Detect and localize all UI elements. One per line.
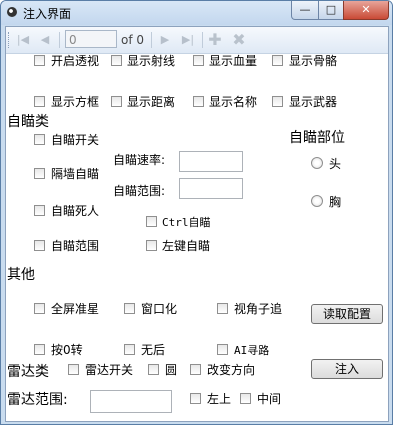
toolbar-grip[interactable]: [8, 32, 12, 48]
label-view-tracking: 视角子追: [234, 302, 283, 316]
aim-speed-input[interactable]: [179, 151, 243, 172]
label-show-weapon: 显示武器: [289, 95, 338, 109]
checkbox-left-click-aim[interactable]: [146, 240, 157, 251]
label-change-direction: 改变方向: [207, 363, 256, 377]
radar-section-heading: 雷达类: [7, 364, 49, 380]
checkbox-show-distance[interactable]: [111, 96, 122, 107]
page-count-label: of 0: [121, 33, 145, 47]
title-bar[interactable]: 注入界面 — □ ✕: [1, 1, 392, 25]
app-icon: [7, 7, 17, 17]
checkbox-windowed[interactable]: [124, 303, 135, 314]
toolbar-separator: [151, 32, 152, 48]
toolbar-separator: [202, 32, 203, 48]
label-esp-enable: 开启透视: [51, 54, 100, 68]
label-show-box: 显示方框: [51, 95, 100, 109]
radar-range-input[interactable]: [90, 390, 172, 413]
label-aim-range: 自瞄范围:: [113, 184, 166, 198]
label-aim-range-toggle: 自瞄范围: [51, 239, 100, 253]
label-radar-circle: 圆: [165, 363, 178, 377]
checkbox-radar-toggle[interactable]: [68, 364, 79, 375]
checkbox-aim-toggle[interactable]: [34, 134, 45, 145]
checkbox-esp-enable[interactable]: [34, 55, 45, 66]
page-number-input[interactable]: 0: [65, 30, 117, 48]
checkbox-show-weapon[interactable]: [272, 96, 283, 107]
close-button[interactable]: ✕: [343, 1, 389, 20]
checkbox-top-left[interactable]: [190, 393, 201, 404]
other-section-heading: 其他: [7, 267, 35, 283]
radar-range-label: 雷达范围:: [7, 392, 68, 408]
read-config-button[interactable]: 读取配置: [311, 304, 383, 324]
label-no-recoil: 无后: [141, 343, 166, 357]
checkbox-aim-through-wall[interactable]: [34, 168, 45, 179]
label-aim-through-wall: 隔墙自瞄: [51, 167, 100, 181]
maximize-button[interactable]: □: [318, 1, 344, 20]
label-aim-speed: 自瞄速率:: [113, 153, 166, 167]
window-title: 注入界面: [23, 7, 72, 21]
add-icon[interactable]: ✚: [206, 31, 224, 49]
checkbox-show-box[interactable]: [34, 96, 45, 107]
app-window: 注入界面 — □ ✕ |◀ ◀ 0 of 0 ▶ ▶| ✚ ✖ 开启透视 显示射…: [0, 0, 393, 425]
checkbox-aim-range[interactable]: [34, 240, 45, 251]
label-left-click-aim: 左键自瞄: [162, 239, 211, 253]
label-fullscreen-crosshair: 全屏准星: [51, 302, 100, 316]
inject-button[interactable]: 注入: [311, 359, 383, 379]
label-ctrl-aim: Ctrl自瞄: [162, 216, 211, 229]
delete-icon[interactable]: ✖: [230, 31, 248, 49]
label-aim-toggle: 自瞄开关: [51, 133, 100, 147]
client-area: |◀ ◀ 0 of 0 ▶ ▶| ✚ ✖ 开启透视 显示射线 显示血量 显示骨骼…: [5, 26, 389, 422]
label-show-skeleton: 显示骨骼: [289, 54, 338, 68]
checkbox-view-tracking[interactable]: [217, 303, 228, 314]
checkbox-ai-pathfinding[interactable]: [217, 344, 228, 355]
checkbox-aim-dead[interactable]: [34, 205, 45, 216]
first-page-icon[interactable]: |◀: [14, 31, 32, 49]
checkbox-radar-circle[interactable]: [148, 364, 159, 375]
label-show-health: 显示血量: [209, 54, 258, 68]
label-show-lines: 显示射线: [127, 54, 176, 68]
label-part-head: 头: [329, 157, 342, 171]
navigation-toolbar: |◀ ◀ 0 of 0 ▶ ▶| ✚ ✖: [6, 27, 388, 54]
next-page-icon[interactable]: ▶: [156, 31, 174, 49]
radio-part-head[interactable]: [311, 157, 323, 169]
label-show-distance: 显示距离: [127, 95, 176, 109]
label-top-left: 左上: [207, 392, 232, 406]
label-press-zero-spin: 按0转: [51, 343, 83, 357]
checkbox-center[interactable]: [240, 393, 251, 404]
label-show-name: 显示名称: [209, 95, 258, 109]
last-page-icon[interactable]: ▶|: [179, 31, 197, 49]
label-part-chest: 胸: [329, 195, 342, 209]
label-radar-toggle: 雷达开关: [85, 363, 134, 377]
checkbox-ctrl-aim[interactable]: [146, 216, 157, 227]
checkbox-fullscreen-crosshair[interactable]: [34, 303, 45, 314]
checkbox-show-lines[interactable]: [111, 55, 122, 66]
checkbox-show-name[interactable]: [193, 96, 204, 107]
toolbar-separator: [59, 32, 60, 48]
aim-part-heading: 自瞄部位: [289, 130, 345, 146]
checkbox-no-recoil[interactable]: [124, 344, 135, 355]
minimize-button[interactable]: —: [291, 1, 319, 20]
radio-part-chest[interactable]: [311, 195, 323, 207]
aim-range-input[interactable]: [179, 178, 243, 199]
checkbox-press-zero-spin[interactable]: [34, 344, 45, 355]
label-aim-dead: 自瞄死人: [51, 204, 100, 218]
checkbox-show-skeleton[interactable]: [272, 55, 283, 66]
previous-page-icon[interactable]: ◀: [36, 31, 54, 49]
checkbox-change-direction[interactable]: [190, 364, 201, 375]
aim-section-heading: 自瞄类: [7, 114, 49, 130]
checkbox-show-health[interactable]: [193, 55, 204, 66]
label-ai-pathfinding: AI寻路: [234, 344, 270, 357]
label-center: 中间: [257, 392, 282, 406]
label-windowed: 窗口化: [141, 302, 178, 316]
